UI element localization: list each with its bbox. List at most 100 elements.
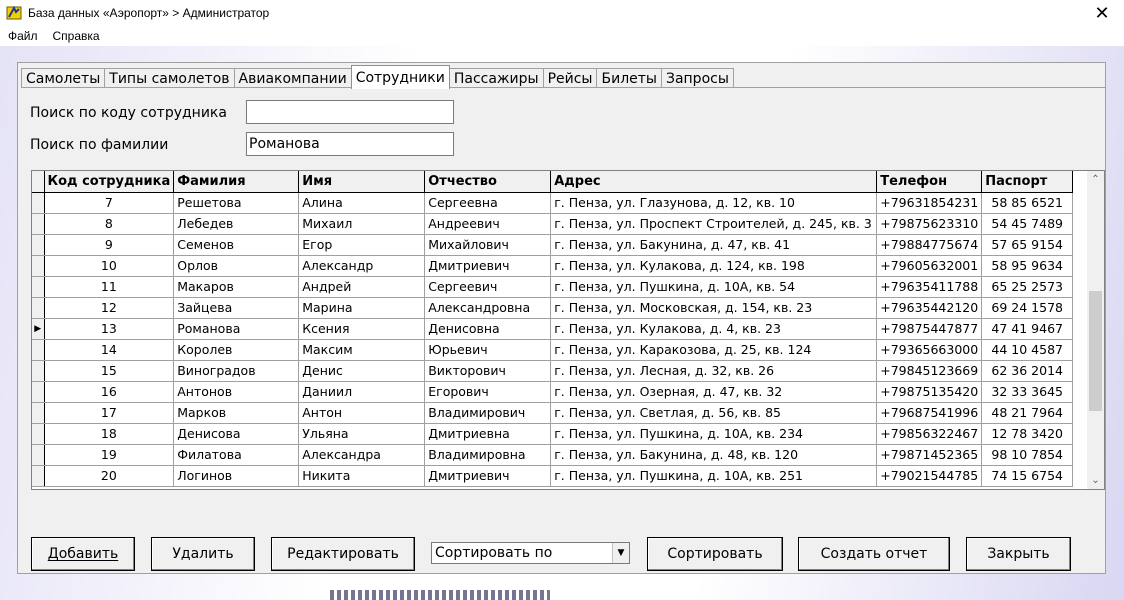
cell-patronymic[interactable]: Денисовна — [424, 318, 552, 340]
tab-queries[interactable]: Запросы — [660, 68, 734, 89]
cell-surname[interactable]: Марков — [173, 402, 300, 424]
sort-button[interactable]: Сортировать — [647, 537, 783, 571]
cell-code[interactable]: 9 — [44, 234, 175, 256]
cell-passport[interactable]: 48 21 7964 — [981, 402, 1074, 424]
tab-employees[interactable]: Сотрудники — [350, 65, 450, 89]
create-report-button[interactable]: Создать отчет — [798, 537, 950, 571]
row-indicator[interactable] — [32, 402, 45, 424]
cell-passport[interactable]: 12 78 3420 — [981, 423, 1074, 445]
row-indicator[interactable] — [32, 381, 45, 403]
cell-phone[interactable]: +79631854231 — [876, 192, 983, 214]
table-row[interactable]: 12 Зайцева Марина Александровна г. Пенза, ул… — [32, 297, 1074, 319]
column-header-phone[interactable]: Телефон — [876, 171, 983, 193]
cell-phone[interactable]: +79856322467 — [876, 423, 983, 445]
add-button[interactable]: Добавить — [31, 537, 135, 571]
cell-phone[interactable]: +79365663000 — [876, 339, 983, 361]
scroll-up-icon[interactable]: ⌃ — [1087, 171, 1104, 188]
cell-patronymic[interactable]: Владимировна — [424, 444, 552, 466]
cell-surname[interactable]: Логинов — [173, 465, 300, 487]
cell-name[interactable]: Максим — [298, 339, 426, 361]
cell-address[interactable]: г. Пенза, ул. Московская, д. 154, кв. 23 — [550, 297, 878, 319]
cell-passport[interactable]: 62 36 2014 — [981, 360, 1074, 382]
table-row[interactable]: 18 Денисова Ульяна Дмитриевна г. Пенза, ул. … — [32, 423, 1074, 445]
cell-address[interactable]: г. Пенза, ул. Проспект Строителей, д. 24… — [550, 213, 878, 235]
cell-name[interactable]: Антон — [298, 402, 426, 424]
sort-by-select[interactable]: Сортировать по ▼ — [431, 542, 630, 564]
cell-passport[interactable]: 65 25 2573 — [981, 276, 1074, 298]
table-row[interactable]: 19 Филатова Александра Владимировна г. Пенза… — [32, 444, 1074, 466]
row-indicator[interactable] — [32, 339, 45, 361]
close-window-button[interactable]: ✕ — [1080, 0, 1124, 26]
cell-code[interactable]: 12 — [44, 297, 175, 319]
cell-passport[interactable]: 69 24 1578 — [981, 297, 1074, 319]
row-indicator[interactable] — [32, 360, 45, 382]
table-row[interactable]: ▶ 13 Романова Ксения Денисовна г. Пенза, ул. … — [32, 318, 1074, 340]
employees-grid[interactable]: Код сотрудника Фамилия Имя Отчество Адре… — [31, 170, 1105, 490]
cell-address[interactable]: г. Пенза, ул. Кулакова, д. 4, кв. 23 — [550, 318, 878, 340]
table-row[interactable]: 16 Антонов Даниил Егорович г. Пенза, ул. Озе… — [32, 381, 1074, 403]
row-indicator[interactable]: ▶ — [32, 318, 45, 340]
cell-name[interactable]: Егор — [298, 234, 426, 256]
row-indicator[interactable] — [32, 465, 45, 487]
column-header-passport[interactable]: Паспорт — [981, 171, 1074, 193]
cell-name[interactable]: Андрей — [298, 276, 426, 298]
column-header-code[interactable]: Код сотрудника — [44, 171, 175, 193]
cell-surname[interactable]: Лебедев — [173, 213, 300, 235]
cell-address[interactable]: г. Пенза, ул. Светлая, д. 56, кв. 85 — [550, 402, 878, 424]
cell-name[interactable]: Ксения — [298, 318, 426, 340]
cell-phone[interactable]: +79875623310 — [876, 213, 983, 235]
cell-surname[interactable]: Зайцева — [173, 297, 300, 319]
row-indicator[interactable] — [32, 423, 45, 445]
cell-code[interactable]: 7 — [44, 192, 175, 214]
chevron-down-icon[interactable]: ▼ — [612, 543, 629, 563]
table-row[interactable]: 7 Решетова Алина Сергеевна г. Пенза, ул. Гла… — [32, 192, 1074, 214]
cell-address[interactable]: г. Пенза, ул. Пушкина, д. 10А, кв. 234 — [550, 423, 878, 445]
menu-help[interactable]: Справка — [45, 29, 107, 43]
cell-address[interactable]: г. Пенза, ул. Бакунина, д. 48, кв. 120 — [550, 444, 878, 466]
cell-name[interactable]: Алина — [298, 192, 426, 214]
column-header-surname[interactable]: Фамилия — [173, 171, 300, 193]
cell-address[interactable]: г. Пенза, ул. Кулакова, д. 124, кв. 198 — [550, 255, 878, 277]
cell-phone[interactable]: +79875447877 — [876, 318, 983, 340]
column-header-address[interactable]: Адрес — [550, 171, 878, 193]
menu-file[interactable]: Файл — [0, 29, 45, 43]
tab-airlines[interactable]: Авиакомпании — [233, 68, 352, 89]
row-indicator[interactable] — [32, 255, 45, 277]
cell-code[interactable]: 10 — [44, 255, 175, 277]
cell-phone[interactable]: +79884775674 — [876, 234, 983, 256]
cell-code[interactable]: 17 — [44, 402, 175, 424]
cell-passport[interactable]: 57 65 9154 — [981, 234, 1074, 256]
vertical-scrollbar[interactable]: ⌃ ⌄ — [1087, 171, 1104, 489]
cell-surname[interactable]: Романова — [173, 318, 300, 340]
cell-phone[interactable]: +79605632001 — [876, 255, 983, 277]
cell-phone[interactable]: +79687541996 — [876, 402, 983, 424]
cell-patronymic[interactable]: Андреевич — [424, 213, 552, 235]
cell-surname[interactable]: Решетова — [173, 192, 300, 214]
table-row[interactable]: 8 Лебедев Михаил Андреевич г. Пенза, ул. Про… — [32, 213, 1074, 235]
cell-code[interactable]: 20 — [44, 465, 175, 487]
cell-phone[interactable]: +79845123669 — [876, 360, 983, 382]
row-indicator[interactable] — [32, 213, 45, 235]
cell-code[interactable]: 13 — [44, 318, 175, 340]
cell-passport[interactable]: 58 85 6521 — [981, 192, 1074, 214]
cell-code[interactable]: 19 — [44, 444, 175, 466]
column-header-patronymic[interactable]: Отчество — [424, 171, 552, 193]
cell-surname[interactable]: Орлов — [173, 255, 300, 277]
scroll-thumb[interactable] — [1089, 291, 1102, 411]
table-row[interactable]: 10 Орлов Александр Дмитриевич г. Пенза, ул. … — [32, 255, 1074, 277]
cell-code[interactable]: 18 — [44, 423, 175, 445]
cell-address[interactable]: г. Пенза, ул. Пушкина, д. 10А, кв. 251 — [550, 465, 878, 487]
cell-passport[interactable]: 47 41 9467 — [981, 318, 1074, 340]
cell-patronymic[interactable]: Владимирович — [424, 402, 552, 424]
row-indicator[interactable] — [32, 297, 45, 319]
cell-patronymic[interactable]: Егорович — [424, 381, 552, 403]
cell-surname[interactable]: Макаров — [173, 276, 300, 298]
cell-phone[interactable]: +79635411788 — [876, 276, 983, 298]
search-by-surname-input[interactable] — [246, 132, 454, 156]
cell-code[interactable]: 15 — [44, 360, 175, 382]
cell-phone[interactable]: +79871452365 — [876, 444, 983, 466]
cell-address[interactable]: г. Пенза, ул. Озерная, д. 47, кв. 32 — [550, 381, 878, 403]
cell-passport[interactable]: 54 45 7489 — [981, 213, 1074, 235]
edit-button[interactable]: Редактировать — [271, 537, 415, 571]
tab-airplane-types[interactable]: Типы самолетов — [104, 68, 235, 89]
